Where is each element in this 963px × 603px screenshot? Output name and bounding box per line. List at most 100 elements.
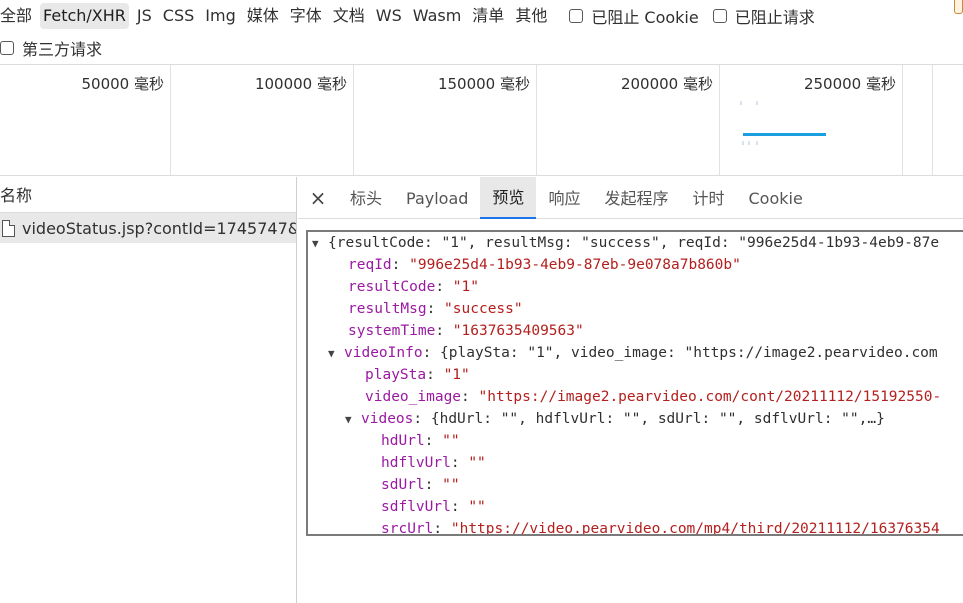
filter-doc[interactable]: 文档 — [330, 3, 368, 29]
json-value: "https://image2.pearvideo.com/cont/20211… — [478, 389, 942, 405]
timeline-tick: 150000 毫秒 — [354, 65, 537, 175]
expand-triangle-icon[interactable]: ▼ — [328, 343, 344, 365]
timeline-mark — [756, 141, 758, 145]
json-line: hdUrl: "" — [308, 430, 963, 452]
warning-badge-icon[interactable] — [954, 0, 963, 14]
json-colon: : — [461, 389, 479, 405]
file-icon — [2, 219, 15, 237]
json-line: resultMsg: "success" — [308, 298, 963, 320]
filter-bar-row-2: 第三方请求 — [0, 32, 102, 64]
json-key: playSta — [365, 367, 427, 383]
filter-ws[interactable]: WS — [373, 3, 405, 29]
json-colon: : — [424, 433, 443, 449]
timeline-tick-divider — [903, 65, 933, 175]
timeline-tick: 100000 毫秒 — [171, 65, 354, 175]
json-line: resultCode: "1" — [308, 276, 963, 298]
expand-triangle-icon[interactable]: ▼ — [345, 409, 361, 431]
json-line: systemTime: "1637635409563" — [308, 320, 963, 342]
json-line: reqId: "996e25d4-1b93-4eb9-87eb-9e078a7b… — [308, 254, 963, 276]
json-colon: : — [450, 499, 469, 515]
filter-all[interactable]: 全部 — [0, 3, 35, 29]
json-line: hdflvUrl: "" — [308, 452, 963, 474]
tab-timing[interactable]: 计时 — [680, 177, 736, 219]
json-line[interactable]: ▼ videos: {hdUrl: "", hdflvUrl: "", sdUrl… — [308, 408, 963, 430]
json-value: "" — [468, 455, 486, 471]
json-value: "https://video.pearvideo.com/mp4/third/2… — [450, 521, 940, 536]
json-colon: : — [450, 455, 469, 471]
json-value: "1" — [452, 279, 479, 295]
filter-fetch-xhr[interactable]: Fetch/XHR — [40, 3, 129, 29]
tab-response[interactable]: 响应 — [536, 177, 592, 219]
json-key: srcUrl — [381, 521, 434, 536]
json-root-line[interactable]: ▼ {resultCode: "1", resultMsg: "success",… — [308, 232, 963, 254]
json-line: sdUrl: "" — [308, 474, 963, 496]
timeline-mark — [756, 101, 758, 105]
json-summary: {hdUrl: "", hdflvUrl: "", sdUrl: "", sdf… — [430, 411, 885, 427]
json-colon: : — [426, 367, 444, 383]
json-line: srcUrl: "https://video.pearvideo.com/mp4… — [308, 518, 963, 536]
tab-cookie[interactable]: Cookie — [736, 177, 814, 219]
json-value: "" — [442, 433, 460, 449]
detail-tabbar: × 标头 Payload 预览 响应 发起程序 计时 Cookie — [298, 176, 963, 219]
json-key: videos — [361, 411, 414, 427]
filter-bar: 全部 Fetch/XHR JS CSS Img 媒体 字体 文档 WS Wasm… — [0, 0, 815, 32]
json-line: sdflvUrl: "" — [308, 496, 963, 518]
json-colon: : — [413, 411, 431, 427]
json-key: resultMsg — [348, 301, 427, 317]
blocked-requests-checkbox[interactable]: 已阻止请求 — [712, 4, 815, 28]
filter-css[interactable]: CSS — [160, 3, 197, 29]
json-key: resultCode — [348, 279, 436, 295]
json-key: hdUrl — [381, 433, 425, 449]
blocked-requests-label: 已阻止请求 — [734, 8, 815, 27]
third-party-label: 第三方请求 — [22, 40, 103, 59]
tab-preview[interactable]: 预览 — [480, 176, 537, 219]
checkbox-box[interactable] — [569, 9, 584, 23]
request-row[interactable]: videoStatus.jsp?contId=1745747&... — [0, 213, 296, 243]
tab-payload[interactable]: Payload — [394, 177, 480, 219]
json-value: "" — [442, 477, 460, 493]
third-party-checkbox[interactable]: 第三方请求 — [0, 36, 102, 60]
json-key: hdflvUrl — [381, 455, 451, 471]
close-icon[interactable]: × — [298, 186, 338, 210]
blocked-cookie-label: 已阻止 Cookie — [591, 8, 699, 27]
json-key: videoInfo — [344, 345, 423, 361]
timeline-overview[interactable]: 50000 毫秒 100000 毫秒 150000 毫秒 200000 毫秒 2… — [0, 64, 963, 176]
timeline-request-bar — [743, 133, 826, 136]
request-detail-panel: × 标头 Payload 预览 响应 发起程序 计时 Cookie ▼ {resu… — [298, 176, 963, 603]
filter-media[interactable]: 媒体 — [244, 3, 282, 29]
json-line[interactable]: ▼ videoInfo: {playSta: "1", video_image: … — [308, 342, 963, 364]
checkbox-box[interactable] — [0, 41, 14, 55]
name-column-header[interactable]: 名称 — [0, 177, 296, 213]
json-colon: : — [391, 257, 410, 273]
json-key: reqId — [348, 257, 392, 273]
blocked-cookie-checkbox[interactable]: 已阻止 Cookie — [569, 4, 699, 28]
tab-headers[interactable]: 标头 — [338, 177, 394, 219]
json-colon: : — [435, 323, 453, 339]
json-colon: : — [435, 279, 453, 295]
timeline-mark — [748, 141, 750, 145]
timeline-tick: 250000 毫秒 — [720, 65, 903, 175]
json-preview[interactable]: ▼ {resultCode: "1", resultMsg: "success",… — [306, 230, 963, 536]
json-colon: : — [424, 477, 443, 493]
filter-wasm[interactable]: Wasm — [410, 3, 465, 29]
filter-img[interactable]: Img — [202, 3, 238, 29]
json-value: "1" — [443, 367, 470, 383]
filter-manifest[interactable]: 清单 — [469, 3, 507, 29]
filter-other[interactable]: 其他 — [512, 3, 550, 29]
request-list: 名称 videoStatus.jsp?contId=1745747&... — [0, 177, 297, 603]
json-value: "success" — [444, 301, 523, 317]
json-key: sdUrl — [381, 477, 425, 493]
json-key: video_image — [365, 389, 462, 405]
tab-initiator[interactable]: 发起程序 — [592, 177, 680, 219]
json-line: video_image: "https://image2.pearvideo.c… — [308, 386, 963, 408]
json-colon: : — [433, 521, 451, 536]
request-name: videoStatus.jsp?contId=1745747&... — [22, 218, 296, 238]
timeline-tick: 200000 毫秒 — [537, 65, 720, 175]
json-value: "" — [468, 499, 486, 515]
filter-font[interactable]: 字体 — [287, 3, 325, 29]
expand-triangle-icon[interactable]: ▼ — [312, 233, 328, 255]
filter-js[interactable]: JS — [134, 3, 155, 29]
json-summary: {resultCode: "1", resultMsg: "success", … — [328, 235, 940, 251]
json-colon: : — [426, 301, 445, 317]
checkbox-box[interactable] — [712, 9, 727, 23]
